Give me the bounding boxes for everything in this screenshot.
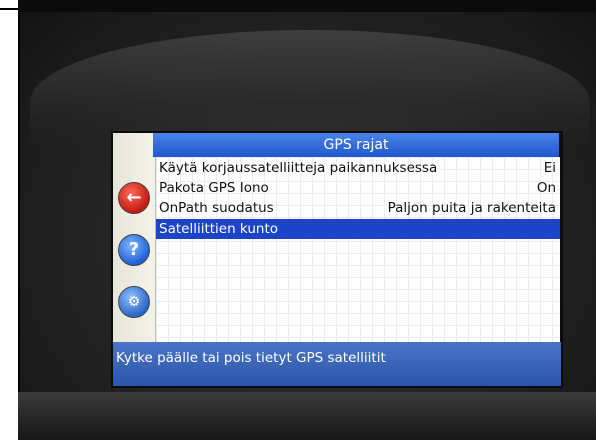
home-icon[interactable]: ←	[118, 182, 150, 214]
list-item-correction-satellites[interactable]: Käytä korjaussatelliitteja paikannuksess…	[156, 158, 560, 178]
settings-list: Käytä korjaussatelliitteja paikannuksess…	[156, 157, 560, 342]
list-item-label: Satelliittien kunto	[159, 221, 279, 237]
list-item-satellite-health[interactable]: Satelliittien kunto	[156, 219, 560, 239]
help-icon[interactable]: ?	[118, 234, 150, 266]
machine-settings-icon: ⚙	[127, 294, 141, 310]
question-mark-icon: ?	[128, 239, 140, 260]
list-item-value: Paljon puita ja rakenteita	[387, 200, 556, 216]
device-bezel-bottom	[18, 392, 596, 440]
gps-screen: ← ? ⚙ GPS rajat Käytä korjaussatelliitte…	[111, 131, 563, 388]
list-item-value: On	[536, 180, 556, 196]
status-bar: Kytke päälle tai pois tietyt GPS satelli…	[113, 342, 561, 386]
left-toolbar: ← ? ⚙	[113, 133, 156, 342]
back-arrow-icon: ←	[126, 187, 142, 208]
device-top-edge	[18, 0, 596, 12]
list-item-force-gps-iono[interactable]: Pakota GPS Iono On	[156, 178, 560, 198]
page-title: GPS rajat	[153, 133, 559, 157]
settings-icon[interactable]: ⚙	[118, 286, 150, 318]
list-item-label: Pakota GPS Iono	[159, 180, 269, 196]
list-item-value: Ei	[543, 160, 556, 176]
list-item-label: OnPath suodatus	[159, 200, 274, 216]
status-text: Kytke päälle tai pois tietyt GPS satelli…	[116, 350, 386, 366]
list-item-label: Käytä korjaussatelliitteja paikannuksess…	[159, 160, 438, 176]
list-item-onpath-filter[interactable]: OnPath suodatus Paljon puita ja rakentei…	[156, 198, 560, 218]
